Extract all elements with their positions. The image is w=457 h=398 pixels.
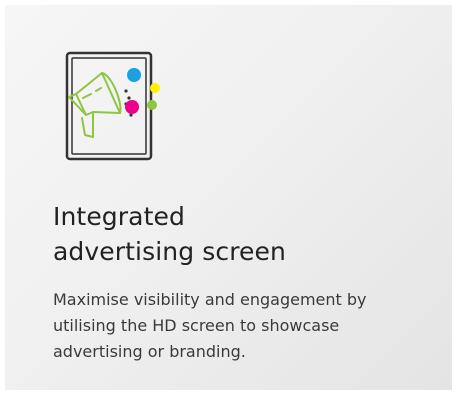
green-dot xyxy=(147,100,157,110)
megaphone-screen-icon xyxy=(65,51,160,161)
blue-dot xyxy=(127,68,141,82)
megaphone-icon xyxy=(68,72,122,138)
feature-description: Maximise visibility and engagement by ut… xyxy=(53,290,367,361)
magenta-dot xyxy=(125,100,139,114)
feature-title-line-1: Integrated xyxy=(53,202,185,231)
feature-title-line-2: advertising screen xyxy=(53,237,286,266)
sound-dot xyxy=(127,96,131,100)
sound-dot xyxy=(124,89,128,93)
feature-title: Integrated advertising screen xyxy=(53,199,433,269)
yellow-dot xyxy=(150,83,160,93)
feature-card: Integrated advertising screen Maximise v… xyxy=(5,5,452,390)
